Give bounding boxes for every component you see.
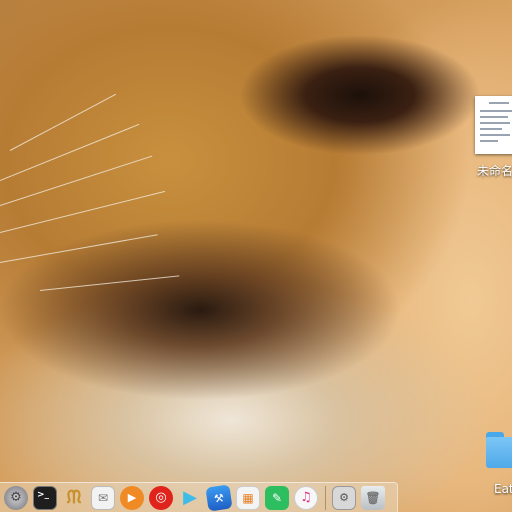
elephant-icon[interactable]: ᙏ — [62, 486, 86, 510]
play-icon[interactable]: ▶ — [178, 486, 202, 510]
wallpaper-whisker — [0, 123, 140, 181]
trash-icon[interactable]: 🗑 — [361, 485, 385, 510]
document-thumbnail — [475, 96, 512, 154]
elephant-note-icon[interactable]: ✎ — [265, 485, 289, 510]
folder-icon — [486, 432, 512, 468]
play-circle-icon[interactable]: ▶ — [120, 485, 144, 510]
wallpaper-whisker — [0, 234, 158, 263]
wallpaper-whisker — [0, 155, 153, 206]
note-icon[interactable]: ♫ — [294, 485, 318, 510]
desktop-background[interactable]: 未命名 Eat ⚙ >_ ᙏ ✉ ▶ ◎ ▶ ⚒ ▦ ✎ ♫ ⚙ 🗑 — [0, 0, 512, 512]
dock-separator — [325, 485, 326, 510]
stack-icon[interactable]: ⚙ — [332, 485, 356, 510]
hammer-icon[interactable]: ⚒ — [205, 483, 233, 512]
music-note-icon[interactable]: ◎ — [149, 485, 173, 510]
dock: ⚙ >_ ᙏ ✉ ▶ ◎ ▶ ⚒ ▦ ✎ ♫ ⚙ 🗑 — [0, 482, 398, 512]
wallpaper-whisker — [39, 275, 180, 291]
document-label: 未命名 — [477, 164, 512, 178]
folder-label: Eat — [494, 482, 512, 496]
terminal-icon[interactable]: >_ — [33, 485, 57, 510]
gear-icon[interactable]: ⚙ — [4, 485, 28, 510]
photos-icon[interactable]: ▦ — [236, 485, 260, 510]
desktop-document-icon[interactable]: 未命名 — [465, 96, 512, 179]
mail-icon[interactable]: ✉ — [91, 485, 115, 510]
wallpaper-whisker — [9, 93, 117, 151]
desktop-folder-icon[interactable]: Eat — [478, 432, 512, 496]
